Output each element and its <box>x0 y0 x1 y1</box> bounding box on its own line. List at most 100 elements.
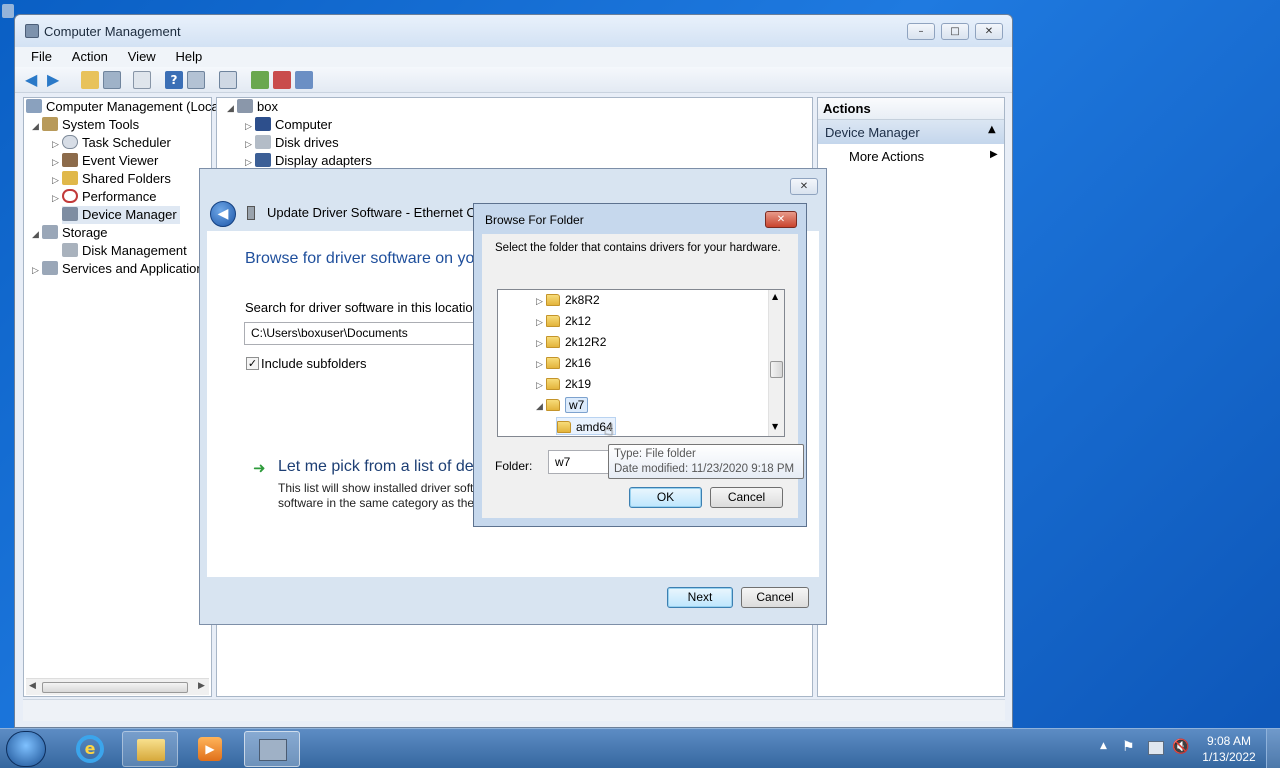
view-icon[interactable] <box>187 71 205 89</box>
media-player-icon[interactable]: ▶ <box>182 731 238 767</box>
device-item-disk-drives[interactable]: ▷ Disk drives <box>245 134 339 152</box>
show-desktop-button[interactable] <box>1266 729 1280 768</box>
folder-item-2k19[interactable]: ▷ 2k19 <box>536 375 591 393</box>
wizard-cancel-button[interactable]: Cancel <box>741 587 809 608</box>
help-icon[interactable]: ? <box>165 71 183 89</box>
actions-section-device-manager[interactable]: Device Manager ▲ <box>818 120 1004 144</box>
disk-icon <box>62 243 78 257</box>
folder-item-2k12[interactable]: ▷ 2k12 <box>536 312 591 330</box>
close-button[interactable]: ✕ <box>975 23 1003 40</box>
horizontal-scrollbar[interactable]: ◀ ▶ <box>26 678 209 695</box>
menu-file[interactable]: File <box>15 47 60 66</box>
menu-help[interactable]: Help <box>168 47 211 66</box>
show-hidden-icons-icon[interactable]: ▲ <box>1100 741 1107 751</box>
minimize-button[interactable]: – <box>907 23 935 40</box>
collapsed-arrow-icon[interactable]: ▷ <box>52 135 62 153</box>
tree-item-task-scheduler[interactable]: ▷ Task Scheduler <box>52 134 171 152</box>
wizard-close-button[interactable]: ✕ <box>790 178 818 195</box>
clock-date[interactable]: 1/13/2022 <box>1200 750 1258 764</box>
folder-icon <box>546 357 560 369</box>
collapsed-arrow-icon[interactable]: ▷ <box>536 313 546 331</box>
scroll-thumb[interactable] <box>42 682 188 693</box>
tree-item-shared-folders[interactable]: ▷ Shared Folders <box>52 170 171 188</box>
tree-item-services-applications[interactable]: ▷ Services and Applications <box>32 260 210 278</box>
tree-item-disk-management[interactable]: Disk Management <box>62 242 187 260</box>
folder-icon <box>546 315 560 327</box>
volume-muted-icon[interactable]: 🔇 <box>1172 739 1189 755</box>
collapsed-arrow-icon[interactable]: ▷ <box>32 261 42 279</box>
expanded-arrow-icon[interactable]: ◢ <box>227 99 237 117</box>
explorer-icon[interactable] <box>122 731 178 767</box>
internet-explorer-icon[interactable]: e <box>62 731 118 767</box>
expanded-arrow-icon[interactable]: ◢ <box>32 117 42 135</box>
tree-item-event-viewer[interactable]: ▷ Event Viewer <box>52 152 158 170</box>
collapsed-arrow-icon[interactable]: ▷ <box>52 171 62 189</box>
storage-icon <box>42 225 58 239</box>
toolbar: ◀ ▶ ? <box>15 67 1012 93</box>
folder-icon <box>546 399 560 411</box>
up-folder-icon[interactable] <box>81 71 99 89</box>
uninstall-icon[interactable] <box>273 71 291 89</box>
folder-item-2k8r2[interactable]: ▷ 2k8R2 <box>536 291 600 309</box>
clock-time[interactable]: 9:08 AM <box>1200 734 1258 748</box>
pick-from-list-link[interactable]: Let me pick from a list of dev <box>278 458 482 476</box>
collapsed-arrow-icon[interactable]: ▷ <box>536 355 546 373</box>
tree-item-storage[interactable]: ◢ Storage <box>32 224 108 242</box>
update-driver-icon[interactable] <box>251 71 269 89</box>
forward-arrow-icon[interactable]: ▶ <box>47 71 65 89</box>
collapsed-arrow-icon[interactable]: ▷ <box>245 135 255 153</box>
expanded-arrow-icon[interactable]: ◢ <box>32 225 42 243</box>
expanded-arrow-icon[interactable]: ◢ <box>536 397 546 415</box>
device-item-computer[interactable]: ▷ Computer <box>245 116 332 134</box>
desktop-recycle-icon[interactable] <box>2 4 14 18</box>
collapsed-arrow-icon[interactable]: ▷ <box>245 117 255 135</box>
pick-desc-line1: This list will show installed driver sof… <box>278 481 474 495</box>
scroll-down-icon[interactable]: ▼ <box>772 422 778 431</box>
maximize-button[interactable]: □ <box>941 23 969 40</box>
next-button[interactable]: Next <box>667 587 733 608</box>
folder-tree-scrollbar[interactable]: ▲ ▼ <box>768 290 784 436</box>
tree-item-device-manager[interactable]: Device Manager <box>62 206 180 224</box>
scroll-right-icon[interactable]: ▶ <box>198 681 205 691</box>
device-root[interactable]: ◢ box <box>227 98 278 116</box>
folder-item-2k16[interactable]: ▷ 2k16 <box>536 354 591 372</box>
collapsed-arrow-icon[interactable]: ▷ <box>536 292 546 310</box>
folder-item-2k12r2[interactable]: ▷ 2k12R2 <box>536 333 606 351</box>
scan-hardware-icon[interactable] <box>219 71 237 89</box>
wizard-back-button[interactable]: ◀ <box>210 201 236 227</box>
folder-icon <box>557 421 571 433</box>
network-error-icon[interactable] <box>1148 741 1164 755</box>
include-subfolders-checkbox[interactable]: ✓ <box>246 357 259 370</box>
more-actions-item[interactable]: More Actions ▶ <box>818 146 1004 166</box>
action-center-flag-icon[interactable]: ⚑ <box>1122 739 1135 755</box>
tooltip-date: Date modified: 11/23/2020 9:18 PM <box>614 463 795 475</box>
folder-item-w7[interactable]: ◢ w7 <box>536 396 589 415</box>
scroll-left-icon[interactable]: ◀ <box>29 681 36 691</box>
collapsed-arrow-icon[interactable]: ▷ <box>536 334 546 352</box>
tools-icon <box>42 117 58 131</box>
menu-view[interactable]: View <box>120 47 164 66</box>
location-input[interactable]: C:\Users\boxuser\Documents <box>244 322 484 345</box>
folder-scroll-thumb[interactable] <box>770 361 783 378</box>
scroll-up-icon[interactable]: ▲ <box>772 292 778 301</box>
browse-close-button[interactable]: ✕ <box>765 211 797 228</box>
browse-cancel-button[interactable]: Cancel <box>710 487 783 508</box>
shared-folder-icon <box>62 171 78 185</box>
start-button[interactable] <box>6 731 46 767</box>
enable-device-icon[interactable] <box>295 71 313 89</box>
collapse-up-icon[interactable]: ▲ <box>988 124 996 135</box>
computer-management-task-icon[interactable] <box>244 731 300 767</box>
collapsed-arrow-icon[interactable]: ▷ <box>536 376 546 394</box>
properties-icon[interactable] <box>133 71 151 89</box>
folder-label: Folder: <box>495 459 533 473</box>
menu-action[interactable]: Action <box>64 47 116 66</box>
folder-icon <box>546 294 560 306</box>
collapsed-arrow-icon[interactable]: ▷ <box>52 153 62 171</box>
ok-button[interactable]: OK <box>629 487 702 508</box>
tree-item-computer-management[interactable]: Computer Management (Local <box>26 98 222 116</box>
collapsed-arrow-icon[interactable]: ▷ <box>52 189 62 207</box>
tree-item-system-tools[interactable]: ◢ System Tools <box>32 116 139 134</box>
tree-item-performance[interactable]: ▷ Performance <box>52 188 156 206</box>
show-tree-icon[interactable] <box>103 71 121 89</box>
back-arrow-icon[interactable]: ◀ <box>25 71 43 89</box>
